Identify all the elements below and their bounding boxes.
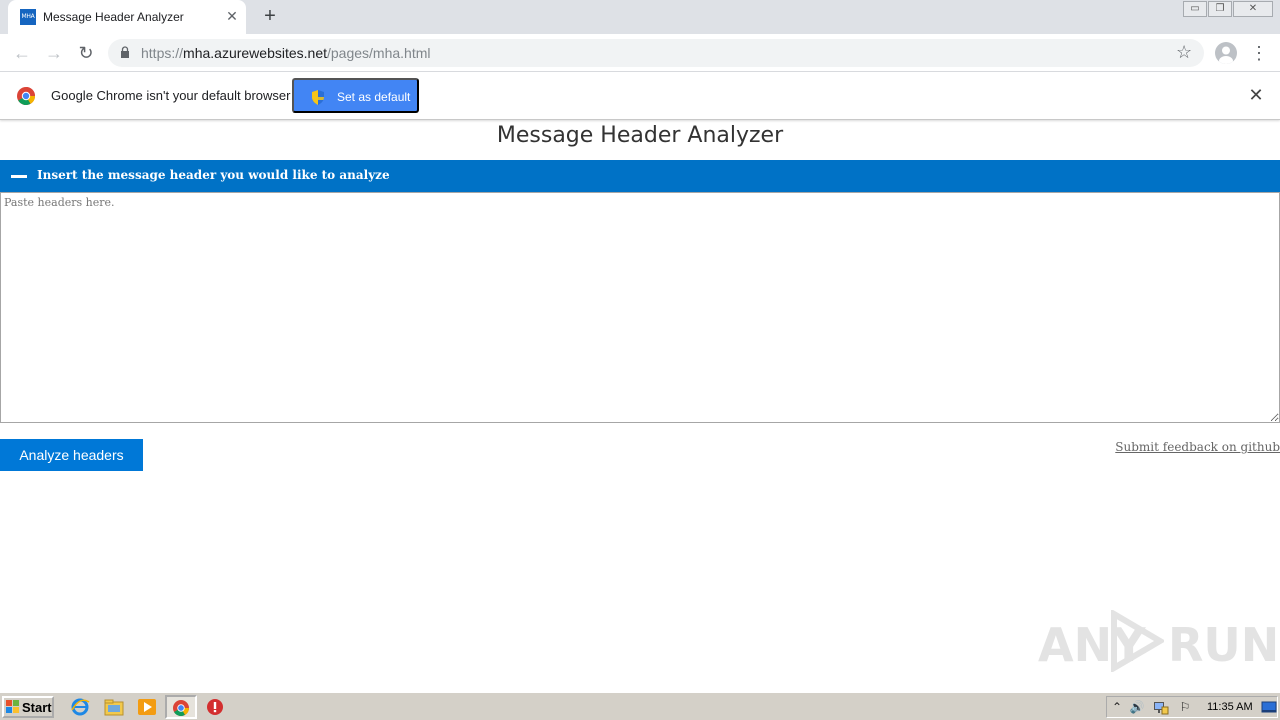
- play-triangle-icon: [1111, 610, 1164, 672]
- watermark-text-right: RUN: [1168, 618, 1280, 672]
- windows-taskbar: Start ⌃ 🔊 ⚐ 11:35 AM: [0, 692, 1280, 720]
- back-button[interactable]: ←: [8, 40, 36, 66]
- infobar-message: Google Chrome isn't your default browser: [51, 88, 291, 103]
- bookmark-star-icon[interactable]: ☆: [1176, 42, 1192, 63]
- tab-message-header-analyzer[interactable]: MHA Message Header Analyzer ✕: [8, 0, 246, 34]
- default-browser-infobar: Google Chrome isn't your default browser…: [0, 72, 1280, 120]
- window-close-button[interactable]: ✕: [1233, 1, 1273, 17]
- taskbar-chrome-button[interactable]: [165, 695, 197, 719]
- tab-title: Message Header Analyzer: [43, 10, 184, 24]
- uac-shield-icon: [312, 90, 324, 105]
- windows-flag-icon: [6, 700, 19, 713]
- set-as-default-label: Set as default: [337, 90, 411, 104]
- set-as-default-button[interactable]: Set as default: [292, 78, 419, 113]
- collapse-minus-icon[interactable]: [11, 175, 27, 178]
- chrome-menu-icon[interactable]: ⋮: [1250, 42, 1268, 64]
- network-icon[interactable]: [1153, 699, 1169, 715]
- headers-input[interactable]: [0, 192, 1280, 423]
- address-bar[interactable]: https://mha.azurewebsites.net/pages/mha.…: [108, 39, 1204, 67]
- profile-avatar-icon[interactable]: [1215, 42, 1237, 64]
- start-label: Start: [22, 700, 52, 715]
- url-scheme: https://: [141, 45, 184, 61]
- page-title: Message Header Analyzer: [496, 123, 784, 148]
- show-desktop-icon[interactable]: [1261, 699, 1277, 715]
- restore-button[interactable]: ❐: [1208, 1, 1232, 17]
- url-text: https://mha.azurewebsites.net/pages/mha.…: [141, 45, 431, 61]
- infobar-close-icon[interactable]: ✕: [1246, 85, 1266, 105]
- taskbar-clock[interactable]: 11:35 AM: [1207, 701, 1253, 713]
- analyze-headers-button[interactable]: Analyze headers: [0, 439, 143, 471]
- forward-button[interactable]: →: [40, 40, 68, 66]
- mha-favicon-icon: MHA: [20, 9, 36, 25]
- file-explorer-icon[interactable]: [104, 698, 124, 716]
- new-tab-button[interactable]: +: [260, 6, 280, 26]
- tray-expand-icon[interactable]: ⌃: [1109, 699, 1125, 715]
- reload-button[interactable]: ↻: [72, 40, 100, 66]
- media-player-icon[interactable]: [137, 698, 157, 716]
- internet-explorer-icon[interactable]: [70, 698, 90, 716]
- tab-close-icon[interactable]: ✕: [224, 8, 240, 24]
- browser-toolbar: ← → ↻ https://mha.azurewebsites.net/page…: [0, 34, 1280, 72]
- url-host: mha.azurewebsites.net: [183, 45, 327, 61]
- anyrun-watermark: ANY RUN: [1038, 610, 1279, 672]
- minimize-button[interactable]: ▭: [1183, 1, 1207, 17]
- url-path: /pages/mha.html: [327, 45, 431, 61]
- chrome-taskbar-icon: [173, 700, 189, 716]
- section-label: Insert the message header you would like…: [37, 168, 390, 182]
- chrome-logo-icon: [17, 87, 35, 105]
- start-button[interactable]: Start: [2, 696, 54, 718]
- tab-strip: MHA Message Header Analyzer ✕ + ▭ ❐ ✕: [0, 0, 1280, 34]
- lock-icon: [121, 46, 129, 58]
- system-tray: ⌃ 🔊 ⚐ 11:35 AM: [1106, 696, 1278, 718]
- insert-header-section-bar[interactable]: Insert the message header you would like…: [0, 160, 1280, 192]
- action-center-flag-icon[interactable]: ⚐: [1177, 699, 1193, 715]
- security-alert-icon[interactable]: [205, 698, 225, 716]
- volume-icon[interactable]: 🔊: [1129, 699, 1145, 715]
- submit-feedback-link[interactable]: Submit feedback on github: [1115, 440, 1280, 454]
